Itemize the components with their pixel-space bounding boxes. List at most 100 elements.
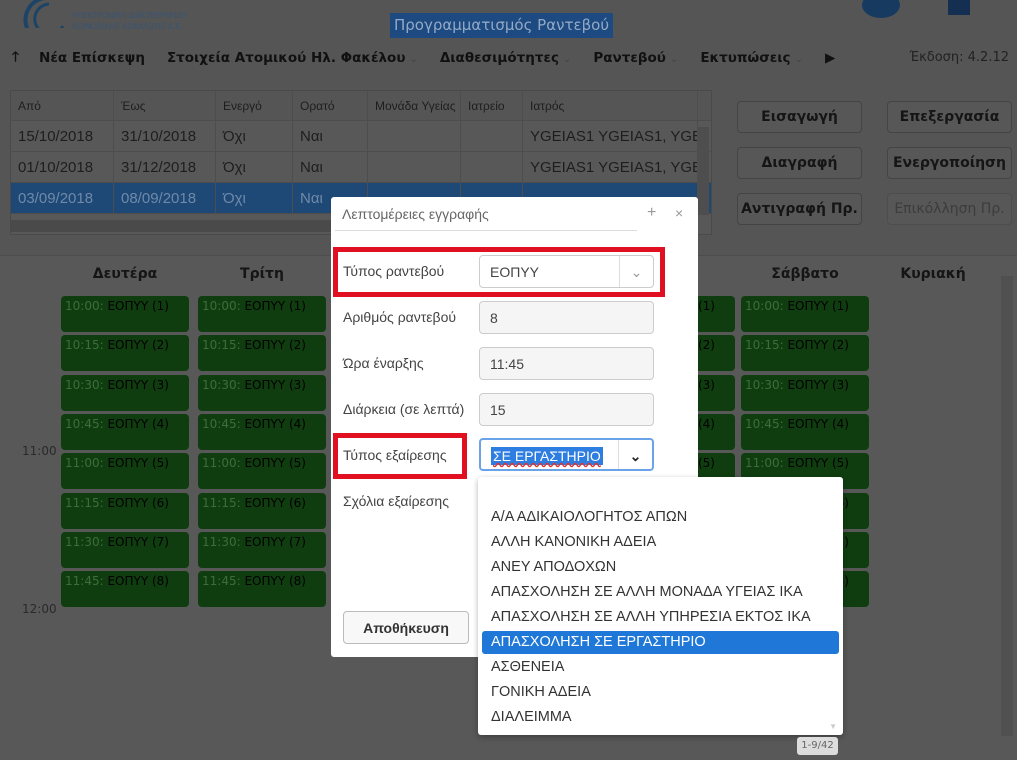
nav-health-record[interactable]: Στοιχεία Ατομικού Ηλ. Φακέλου ⌄ [167, 50, 418, 66]
event-label: ΕΟΠΥΥ (2) [107, 338, 169, 353]
page-title: Προγραμματισμός Ραντεβού [390, 13, 614, 38]
close-icon[interactable]: × [675, 205, 683, 221]
event-time: 10:15: [65, 338, 104, 353]
appointment-event[interactable]: 10:30: ΕΟΠΥΥ (3) [61, 374, 189, 411]
appointment-event[interactable]: 10:30: ΕΟΠΥΥ (3) [741, 374, 869, 411]
appointment-event[interactable]: 11:00: ΕΟΠΥΥ (5) [198, 453, 326, 490]
event-time: 11:45: [65, 574, 104, 589]
logo-subtitle-2: ΚΟΙΝΩΝΙΚΗΣ ΑΣΦΑΛΙΣΗΣ Α.Ε. [72, 22, 183, 31]
appointment-number-field[interactable]: 8 [479, 301, 654, 334]
event-label: ΕΟΠΥΥ (6) [107, 495, 169, 510]
up-arrow-icon[interactable]: 🡑 [12, 47, 19, 70]
chevron-down-icon: ⌄ [618, 440, 652, 469]
appointment-event[interactable]: 11:30: ΕΟΠΥΥ (7) [61, 531, 189, 568]
activate-button[interactable]: Ενεργοποίηση [887, 147, 1012, 179]
chevron-down-icon: ⌄ [669, 54, 679, 65]
nav-more-arrow-icon[interactable]: ▶ [825, 50, 835, 66]
event-label: ΕΟΠΥΥ (7) [107, 534, 169, 549]
table-cell: Από [11, 91, 114, 120]
event-time: 11:30: [202, 534, 241, 549]
table-cell: Όχι [216, 121, 293, 151]
duration-field[interactable]: 15 [479, 393, 654, 426]
table-cell: 08/09/2018 [114, 183, 216, 213]
calendar-scrollbar[interactable] [1001, 276, 1013, 736]
appointment-event[interactable]: 10:00: ΕΟΠΥΥ (1) [198, 296, 326, 332]
appointment-event[interactable]: 11:30: ΕΟΠΥΥ (7) [198, 531, 326, 568]
dropdown-option[interactable]: ΑΠΑΣΧΟΛΗΣΗ ΣΕ ΑΛΛΗ ΥΠΗΡΕΣΙΑ ΕΚΤΟΣ ΙΚΑ [482, 606, 839, 629]
nav-appointments[interactable]: Ραντεβού ⌄ [593, 50, 678, 66]
save-button[interactable]: Αποθήκευση [343, 611, 469, 644]
delete-button[interactable]: Διαγραφή [737, 147, 862, 179]
chevron-down-icon: ⌄ [619, 256, 653, 287]
event-time: 10:00: [745, 299, 784, 313]
table-cell: 31/12/2018 [114, 152, 216, 182]
number-label: Αριθμός ραντεβού [343, 309, 457, 325]
maximize-icon[interactable]: + [647, 204, 656, 222]
dropdown-option[interactable]: ΑΠΑΣΧΟΛΗΣΗ ΣΕ ΑΛΛΗ ΜΟΝΑΔΑ ΥΓΕΙΑΣ ΙΚΑ [482, 581, 839, 604]
type-label: Τύπος ραντεβού [343, 263, 445, 279]
nav-prints[interactable]: Εκτυπώσεις ⌄ [700, 50, 803, 66]
exception-type-combobox[interactable]: ΣΕ ΕΡΓΑΣΤΗΡΙΟ ⌄ [479, 438, 654, 471]
dropdown-option[interactable]: ΑΛΛΗ ΚΑΝΟΝΙΚΗ ΑΔΕΙΑ [482, 531, 839, 554]
appointment-event[interactable]: 10:45: ΕΟΠΥΥ (4) [198, 413, 326, 450]
appointment-event[interactable]: 10:15: ΕΟΠΥΥ (2) [741, 335, 869, 372]
dropdown-option[interactable]: ΑΣΘΕΝΕΙΑ [482, 656, 839, 679]
dropdown-option[interactable] [482, 481, 839, 504]
table-cell: 01/10/2018 [11, 152, 114, 182]
table-row[interactable]: 15/10/2018 31/10/2018 Όχι Ναι YGEIAS1 YGEIAS… [11, 121, 711, 152]
appointment-event[interactable]: 10:00: ΕΟΠΥΥ (1) [61, 296, 189, 332]
table-cell: YGEIAS1 YGEIAS1, YGEIA [523, 152, 698, 182]
insert-button[interactable]: Εισαγωγή [737, 101, 862, 133]
dropdown-option[interactable]: ΑΝΕΥ ΑΠΟΔΟΧΩΝ [482, 556, 839, 579]
table-cell: Ενεργό [216, 91, 293, 120]
exception-type-dropdown: Α/Α ΑΔΙΚΑΙΟΛΟΓΗΤΟΣ ΑΠΩΝ ΑΛΛΗ ΚΑΝΟΝΙΚΗ ΑΔΕ… [478, 477, 843, 735]
vertical-scrollbar[interactable] [697, 127, 709, 215]
appointment-event[interactable]: 10:45: ΕΟΠΥΥ (4) [741, 413, 869, 450]
event-time: 10:45: [745, 416, 784, 431]
appointment-event[interactable]: 10:45: ΕΟΠΥΥ (4) [61, 413, 189, 450]
paste-button[interactable]: Επικόλληση Πρ. [887, 193, 1012, 225]
copy-button[interactable]: Αντιγραφή Πρ. [737, 193, 862, 225]
option-counter: 1-9/42 [797, 737, 838, 755]
table-cell: Μονάδα Υγείας [368, 91, 461, 120]
appointment-event[interactable]: 10:30: ΕΟΠΥΥ (3) [198, 374, 326, 411]
nav-new-visit[interactable]: Νέα Επίσκεψη [39, 50, 145, 66]
start-time-field[interactable]: 11:45 [479, 347, 654, 380]
table-cell: Ναι [293, 152, 368, 182]
table-row[interactable]: 01/10/2018 31/12/2018 Όχι Ναι YGEIAS1 YGEIAS… [11, 152, 711, 183]
exit-icon[interactable] [948, 0, 970, 15]
table-cell [368, 121, 461, 151]
day-header: Κυριακή [900, 266, 966, 282]
appointment-event[interactable]: 11:45: ΕΟΠΥΥ (8) [198, 571, 326, 608]
event-label: ΕΟΠΥΥ (5) [787, 456, 849, 471]
event-label: ΕΟΠΥΥ (8) [244, 574, 306, 589]
day-header: Τρίτη [240, 266, 284, 282]
table-cell: 31/10/2018 [114, 121, 216, 151]
table-header[interactable]: Από Έως Ενεργό Ορατό Μονάδα Υγείας Ιατρείο Ιατ… [11, 91, 711, 121]
table-cell: Ορατό [293, 91, 368, 120]
scroll-down-icon[interactable]: ▼ [829, 722, 837, 731]
appointment-event[interactable]: 11:15: ΕΟΠΥΥ (6) [61, 492, 189, 529]
appointment-event[interactable]: 10:00: ΕΟΠΥΥ (1) [741, 296, 869, 332]
appointment-event[interactable]: 11:45: ΕΟΠΥΥ (8) [61, 571, 189, 608]
appointment-event[interactable]: 10:15: ΕΟΠΥΥ (2) [198, 335, 326, 372]
event-label: ΕΟΠΥΥ (8) [107, 574, 169, 589]
dropdown-option[interactable]: ΔΙΑΛΕΙΜΜΑ [482, 706, 839, 729]
dropdown-option[interactable]: ΓΟΝΙΚΗ ΑΔΕΙΑ [482, 681, 839, 704]
appointment-event[interactable]: 11:00: ΕΟΠΥΥ (5) [61, 453, 189, 490]
dropdown-option[interactable]: ΑΠΑΣΧΟΛΗΣΗ ΣΕ ΕΡΓΑΣΤΗΡΙΟ [482, 631, 839, 654]
day-header: Δευτέρα [92, 266, 158, 282]
appointment-type-select[interactable]: ΕΟΠΥΥ ⌄ [479, 255, 654, 288]
appointment-event[interactable]: 10:15: ΕΟΠΥΥ (2) [61, 335, 189, 372]
switch-icon[interactable] [862, 0, 900, 18]
event-time: 10:45: [202, 416, 241, 431]
table-cell: Ιατρός [523, 91, 698, 120]
appointment-event[interactable]: 11:15: ΕΟΠΥΥ (6) [198, 492, 326, 529]
dropdown-option[interactable]: Α/Α ΑΔΙΚΑΙΟΛΟΓΗΤΟΣ ΑΠΩΝ [482, 506, 839, 529]
event-label: ΕΟΠΥΥ (7) [244, 534, 306, 549]
edit-button[interactable]: Επεξεργασία [887, 101, 1012, 133]
event-time: 11:45: [202, 574, 241, 589]
table-cell: Ιατρείο [461, 91, 523, 120]
nav-availability[interactable]: Διαθεσιμότητες ⌄ [440, 50, 572, 66]
event-label: ΕΟΠΥΥ (1) [787, 299, 849, 313]
